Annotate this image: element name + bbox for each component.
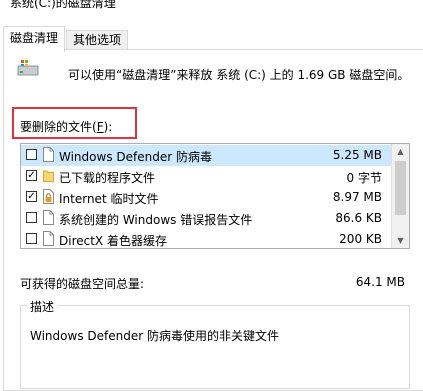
files-label-accelerator: F	[96, 120, 104, 134]
file-size: 5.25 MB	[332, 148, 382, 162]
file-name: 系统创建的 Windows 错误报告文件	[59, 213, 253, 227]
scroll-up-icon[interactable]: ▲	[392, 144, 409, 159]
description-group	[20, 305, 410, 389]
files-label-text: 要删除的文件(	[20, 120, 97, 134]
blank-file-icon	[43, 147, 54, 162]
tab-strip: 磁盘清理 其他选项	[0, 26, 423, 52]
file-row-error-reports[interactable]: 系统创建的 Windows 错误报告文件 86.6 KB	[21, 208, 392, 229]
folder-icon	[43, 170, 54, 182]
file-checkbox[interactable]: ✓	[26, 191, 37, 202]
scroll-down-icon[interactable]: ▼	[392, 233, 409, 248]
tab-disk-cleanup[interactable]: 磁盘清理	[3, 26, 66, 52]
lock-file-icon	[43, 189, 54, 204]
scroll-thumb[interactable]	[395, 161, 406, 215]
files-to-delete-label: 要删除的文件(F):	[20, 118, 112, 135]
file-checkbox[interactable]	[26, 149, 37, 160]
file-checkbox[interactable]	[26, 212, 37, 223]
file-row-downloaded-programs[interactable]: ✓ 已下载的程序文件 0 字节	[21, 166, 392, 187]
description-legend: 描述	[27, 298, 58, 315]
file-name: Windows Defender 防病毒	[59, 150, 212, 164]
file-size: 8.97 MB	[332, 190, 382, 204]
file-size: 0 字节	[346, 171, 382, 185]
file-checkbox[interactable]	[26, 233, 37, 244]
file-row-internet-temp[interactable]: ✓ Internet 临时文件 8.97 MB	[21, 187, 392, 208]
file-size: 200 KB	[339, 232, 382, 246]
window-title: 系统(C:)的磁盘清理	[10, 0, 116, 10]
total-space-label: 可获得的磁盘空间总量:	[20, 277, 145, 291]
file-name: DirectX 着色器缓存	[59, 234, 167, 248]
files-list[interactable]: Windows Defender 防病毒 5.25 MB ✓ 已下载的程序文件 …	[20, 143, 410, 249]
file-checkbox[interactable]: ✓	[26, 170, 37, 181]
drive-icon	[17, 60, 39, 76]
file-name: Internet 临时文件	[59, 192, 159, 206]
blank-file-icon	[43, 231, 54, 246]
file-row-defender[interactable]: Windows Defender 防病毒 5.25 MB	[21, 145, 392, 166]
tab-more-options[interactable]: 其他选项	[66, 30, 129, 51]
blank-file-icon	[43, 210, 54, 225]
file-row-directx-cache[interactable]: DirectX 着色器缓存 200 KB	[21, 229, 392, 248]
file-name: 已下载的程序文件	[59, 171, 156, 185]
files-scrollbar[interactable]: ▲ ▼	[391, 144, 409, 248]
file-size: 86.6 KB	[335, 211, 382, 225]
files-label-suffix: ):	[103, 120, 113, 134]
title-bar: 系统(C:)的磁盘清理	[0, 0, 423, 14]
description-text: Windows Defender 防病毒使用的非关键文件	[30, 329, 279, 343]
info-text: 可以使用“磁盘清理”来释放 系统 (C:) 上的 1.69 GB 磁盘空间。	[68, 68, 410, 82]
total-space-value: 64.1 MB	[355, 275, 405, 289]
